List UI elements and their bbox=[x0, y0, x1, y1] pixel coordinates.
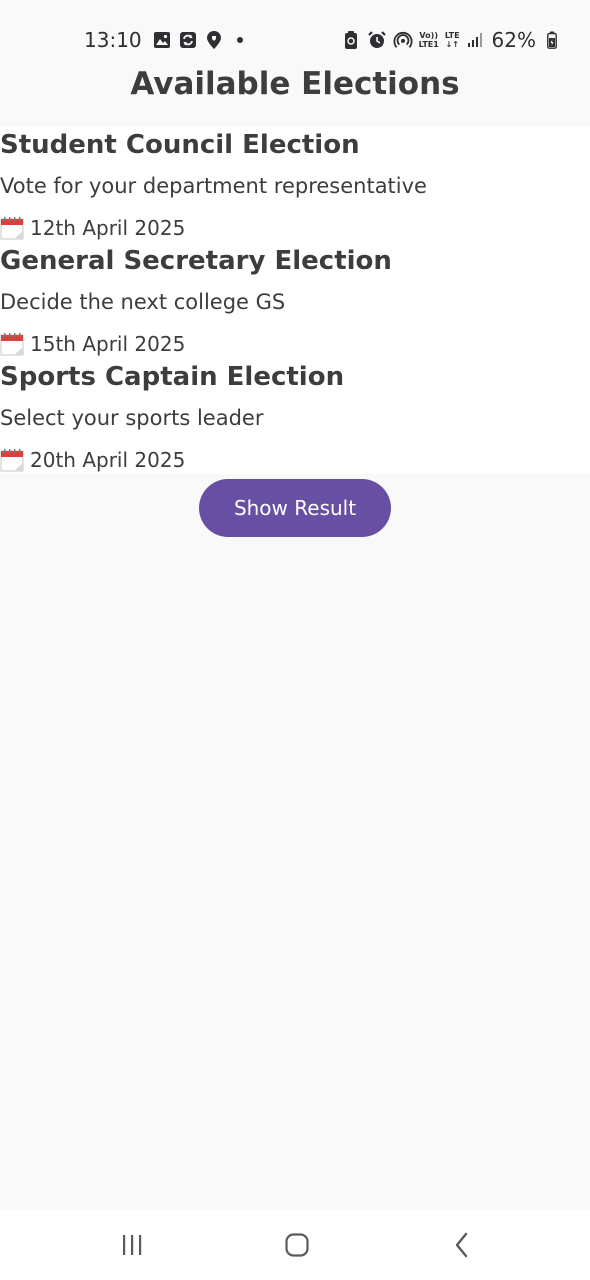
status-time: 13:10 bbox=[84, 28, 142, 52]
battery-percentage: 62% bbox=[491, 28, 536, 52]
volte-icon: Vo)) LTE1 bbox=[418, 31, 439, 49]
lte-icon: LTE ↓↑ bbox=[444, 31, 460, 49]
back-icon[interactable] bbox=[444, 1228, 480, 1262]
hotspot-icon bbox=[393, 30, 413, 50]
election-item[interactable]: General Secretary Election Decide the ne… bbox=[0, 242, 590, 358]
election-list: Student Council Election Vote for your d… bbox=[0, 126, 590, 474]
election-date-row: 20th April 2025 bbox=[0, 446, 185, 474]
status-right: Vo)) LTE1 LTE ↓↑ 62% bbox=[341, 26, 562, 54]
election-title: Sports Captain Election bbox=[0, 362, 345, 392]
election-date: 15th April 2025 bbox=[30, 332, 186, 356]
election-date-row: 15th April 2025 bbox=[0, 330, 185, 358]
election-description: Select your sports leader bbox=[0, 406, 264, 430]
sync-icon bbox=[178, 30, 198, 50]
election-item[interactable]: Student Council Election Vote for your d… bbox=[0, 126, 590, 242]
election-date-row: 12th April 2025 bbox=[0, 214, 185, 242]
recent-apps-icon[interactable] bbox=[114, 1228, 150, 1262]
alarm-icon bbox=[367, 30, 387, 50]
battery-saver-icon bbox=[341, 30, 361, 50]
status-left: 13:10 bbox=[84, 26, 250, 54]
home-icon[interactable] bbox=[279, 1228, 315, 1262]
page-title: Available Elections bbox=[130, 66, 460, 102]
election-date: 12th April 2025 bbox=[30, 216, 186, 240]
election-date: 20th April 2025 bbox=[30, 448, 186, 472]
calendar-icon bbox=[0, 448, 24, 472]
election-title: Student Council Election bbox=[0, 130, 360, 160]
location-pin-icon bbox=[204, 30, 224, 50]
calendar-icon bbox=[0, 216, 24, 240]
election-item[interactable]: Sports Captain Election Select your spor… bbox=[0, 358, 590, 474]
battery-icon bbox=[542, 30, 562, 50]
gallery-icon bbox=[152, 30, 172, 50]
show-result-button[interactable]: Show Result bbox=[199, 479, 391, 537]
calendar-icon bbox=[0, 332, 24, 356]
navigation-bar bbox=[0, 1210, 590, 1280]
dot-icon bbox=[230, 30, 250, 50]
election-description: Vote for your department representative bbox=[0, 174, 427, 198]
election-title: General Secretary Election bbox=[0, 246, 392, 276]
signal-icon bbox=[466, 30, 486, 50]
election-description: Decide the next college GS bbox=[0, 290, 286, 314]
